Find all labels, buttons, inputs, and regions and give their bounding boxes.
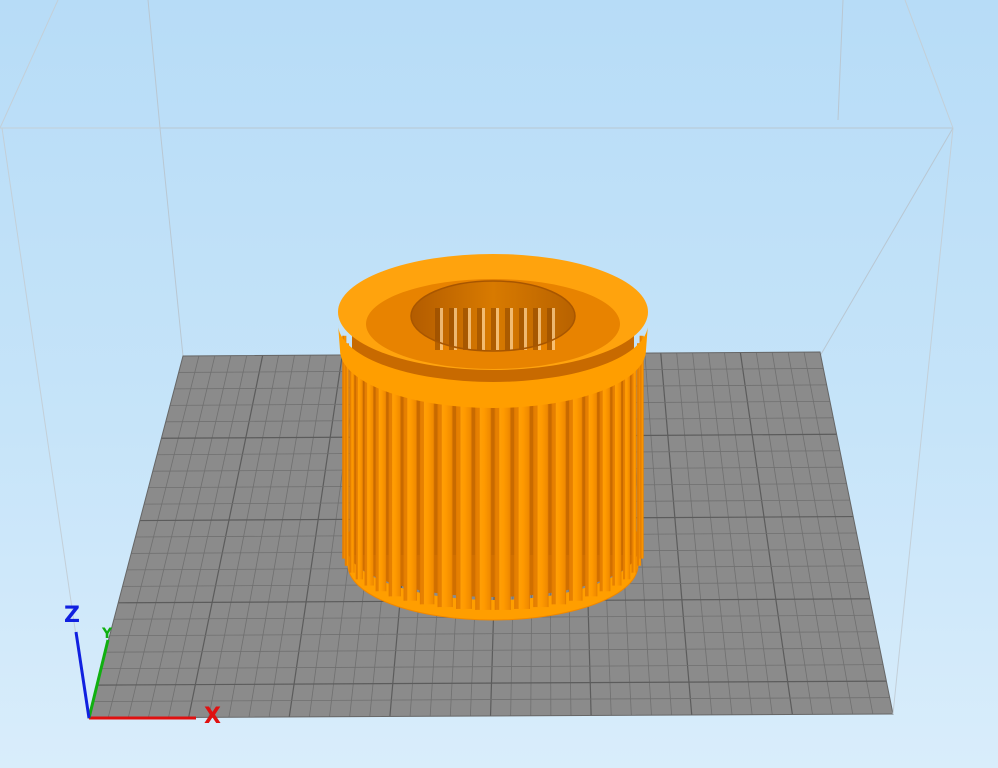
scene-canvas[interactable] xyxy=(0,0,998,768)
slotted-cylinder-model[interactable] xyxy=(338,254,648,621)
3d-viewport[interactable]: Z Y X xyxy=(0,0,998,768)
axis-label-z: Z xyxy=(64,603,80,628)
axis-label-x: X xyxy=(204,704,221,729)
axis-label-y: Y xyxy=(102,626,113,642)
